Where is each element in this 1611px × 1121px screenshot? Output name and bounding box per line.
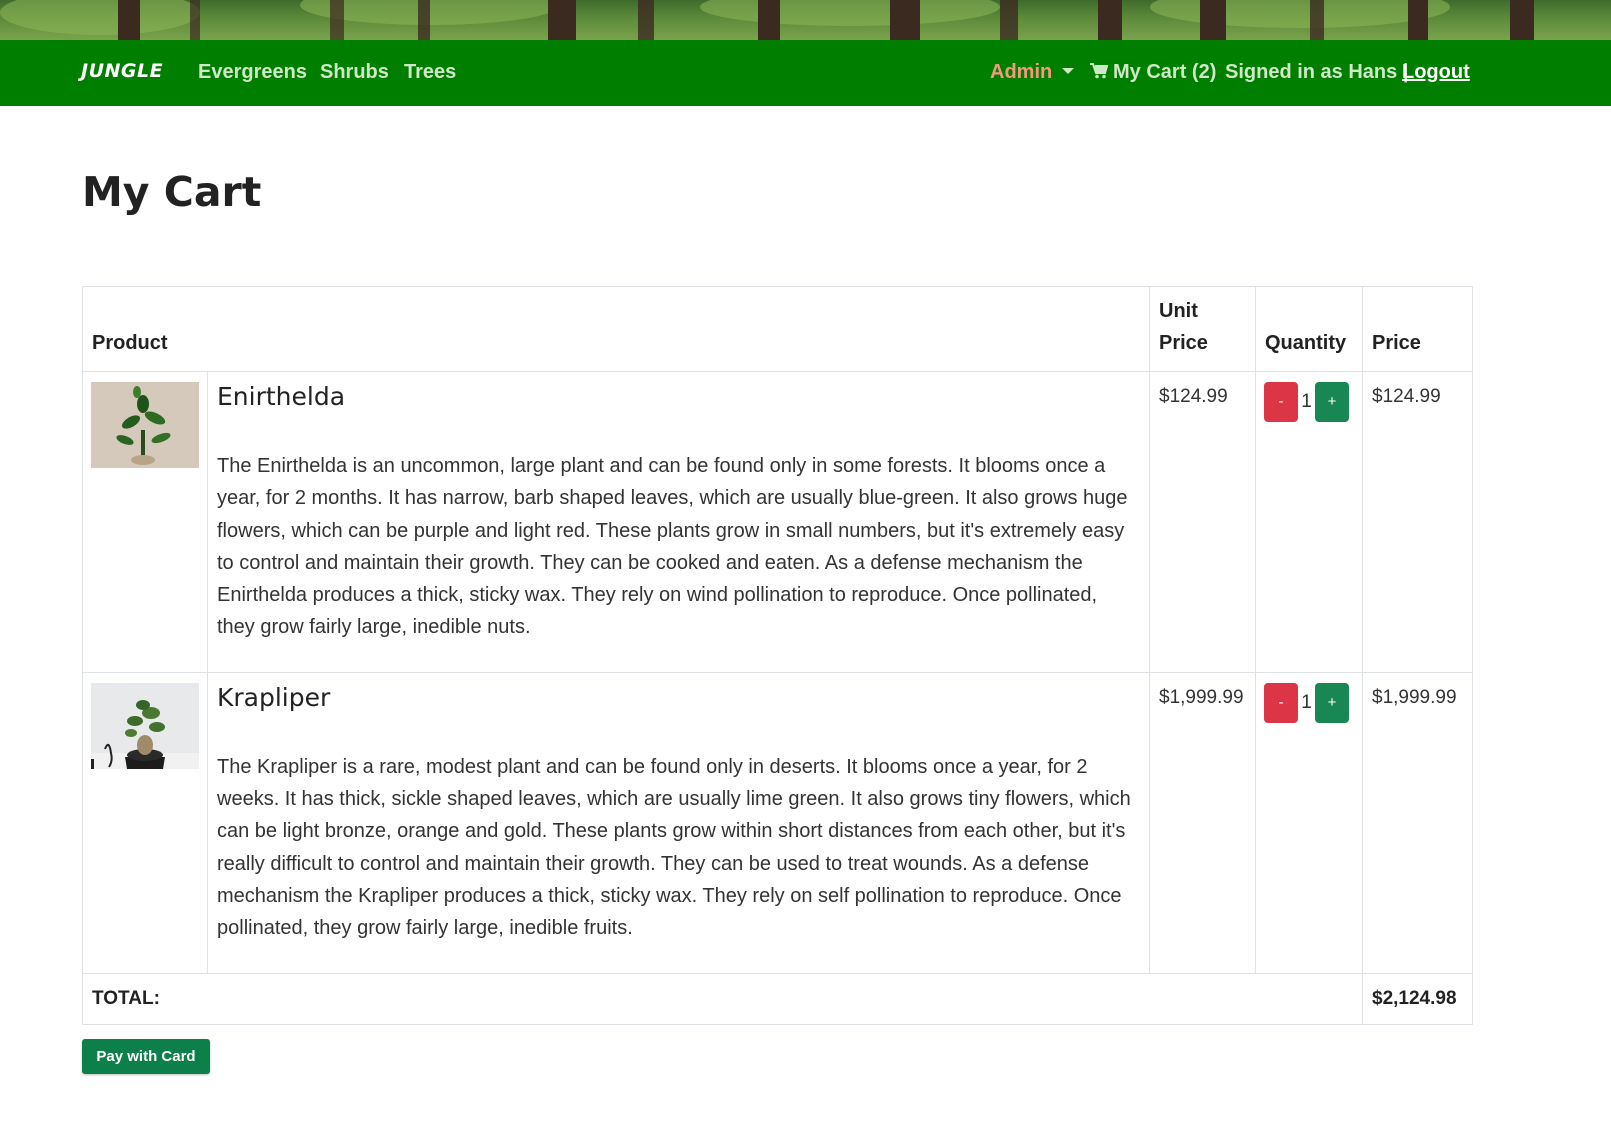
brand-logo[interactable]: JUNGLE [81, 60, 163, 82]
quantity-stepper: -1 + [1255, 371, 1363, 673]
product-image-cell [82, 371, 208, 673]
product-name: Enirthelda [217, 382, 346, 411]
admin-label: Admin [990, 61, 1053, 83]
header-price: Price [1362, 286, 1473, 372]
product-details-cell: Enirthelda The Enirthelda is an uncommon… [207, 371, 1150, 673]
quantity-value: 1 [1301, 691, 1312, 713]
price-cell: $1,999.99 [1362, 671, 1473, 974]
product-details-cell: Krapliper The Krapliper is a rare, modes… [207, 671, 1150, 974]
product-image-cell [82, 671, 208, 974]
top-navbar: JUNGLE Evergreens Shrubs Trees Admin My … [0, 40, 1611, 106]
quantity-stepper: -1 + [1255, 671, 1363, 974]
product-name: Krapliper [217, 682, 331, 712]
forest-banner [0, 0, 1611, 40]
page-title: My Cart [82, 168, 262, 216]
product-image-krapliper[interactable] [91, 682, 199, 769]
header-quantity: Quantity [1255, 286, 1363, 372]
pay-with-card-button[interactable]: Pay with Card [82, 1039, 210, 1074]
increase-quantity-button[interactable]: + [1315, 382, 1349, 422]
price-cell: $124.99 [1362, 371, 1473, 673]
nav-link-shrubs[interactable]: Shrubs [320, 61, 389, 84]
shopping-cart-icon [1090, 63, 1108, 79]
product-description: The Krapliper is a rare, modest plant an… [217, 755, 1131, 940]
admin-dropdown[interactable]: Admin [990, 61, 1075, 84]
table-header-row: Product Unit Price Quantity Price [82, 286, 1473, 372]
product-description: The Enirthelda is an uncommon, large pla… [217, 455, 1128, 639]
total-value: $2,124.98 [1362, 972, 1473, 1025]
total-label: TOTAL: [82, 972, 1363, 1025]
header-unit-price: Unit Price [1149, 286, 1256, 372]
increase-quantity-button[interactable]: + [1315, 682, 1349, 723]
nav-link-evergreens[interactable]: Evergreens [198, 61, 307, 84]
decrease-quantity-button[interactable]: - [1264, 682, 1298, 723]
nav-link-trees[interactable]: Trees [404, 61, 456, 84]
cart-table: Product Unit Price Quantity Price Enirth… [82, 286, 1473, 1025]
table-row: Enirthelda The Enirthelda is an uncommon… [82, 371, 1473, 673]
total-row: TOTAL: $2,124.98 [82, 972, 1473, 1025]
my-cart-link[interactable]: My Cart (2) [1090, 61, 1216, 84]
quantity-value: 1 [1301, 391, 1312, 412]
decrease-quantity-button[interactable]: - [1264, 382, 1298, 422]
unit-price-cell: $1,999.99 [1149, 671, 1256, 974]
product-image-enirthelda[interactable] [91, 382, 199, 468]
logout-link[interactable]: Logout [1402, 61, 1470, 84]
table-row: Krapliper The Krapliper is a rare, modes… [82, 671, 1473, 974]
signed-in-text: Signed in as Hans | [1225, 61, 1409, 83]
caret-down-icon [1062, 67, 1075, 74]
header-product: Product [82, 286, 1150, 372]
unit-price-cell: $124.99 [1149, 371, 1256, 673]
my-cart-label: My Cart (2) [1113, 61, 1217, 83]
